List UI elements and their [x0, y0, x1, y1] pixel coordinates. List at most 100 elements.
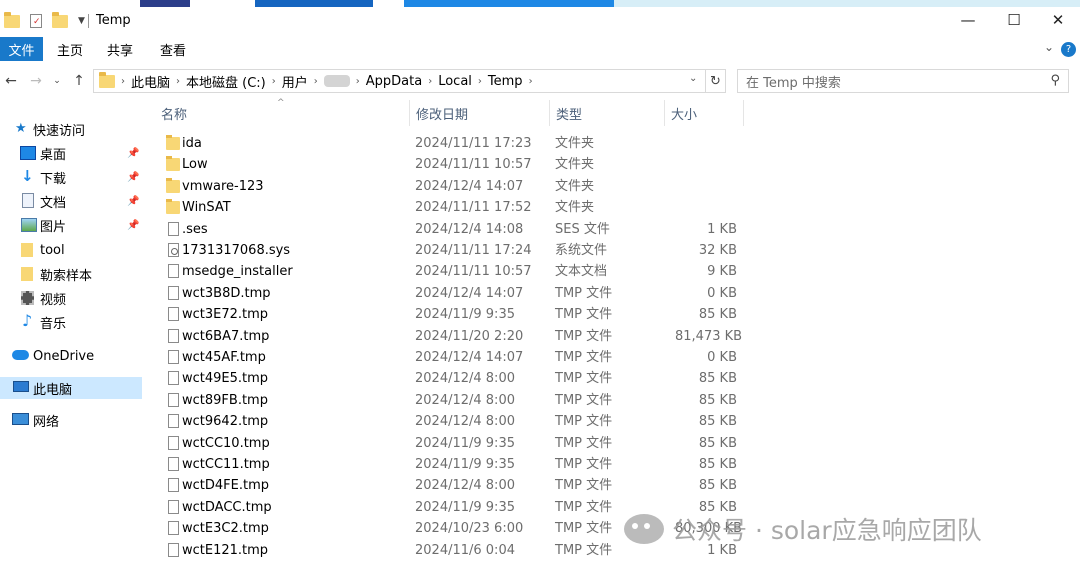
search-input[interactable]: 在 Temp 中搜索 ⚲	[737, 69, 1069, 93]
close-button[interactable]: ✕	[1038, 8, 1078, 32]
file-size: 85 KB	[698, 414, 737, 430]
file-size: 85 KB	[698, 392, 737, 408]
file-icon	[168, 521, 179, 536]
chevron-right-icon: ›	[313, 75, 318, 87]
sidebar-item-label: 网络	[33, 414, 60, 430]
file-row[interactable]: Low 2024/11/11 10:57 文件夹	[145, 154, 745, 175]
column-header-date[interactable]: 修改日期	[410, 100, 550, 126]
forward-button[interactable]: →	[27, 71, 45, 91]
file-date: 2024/12/4 8:00	[415, 371, 515, 387]
column-header-size[interactable]: 大小	[665, 100, 744, 126]
sidebar-item-quick-access[interactable]: ★ 快速访问	[0, 118, 143, 140]
file-type: TMP 文件	[555, 499, 613, 515]
network-icon	[12, 413, 29, 425]
file-type: TMP 文件	[555, 307, 613, 323]
chevron-down-icon[interactable]: ⌄	[1044, 40, 1054, 54]
minimize-button[interactable]: —	[948, 8, 988, 32]
help-icon[interactable]: ?	[1061, 42, 1076, 57]
file-icon	[168, 457, 179, 471]
file-row[interactable]: wct3E72.tmp 2024/11/9 9:35 TMP 文件 85 KB	[145, 304, 745, 325]
pin-icon: 📌	[127, 147, 140, 159]
tab-share[interactable]: 共享	[102, 37, 138, 61]
file-row[interactable]: WinSAT 2024/11/11 17:52 文件夹	[145, 197, 745, 218]
file-icon	[168, 499, 179, 514]
window-title: Temp	[96, 13, 131, 28]
breadcrumb-appdata[interactable]: AppData	[366, 74, 422, 89]
file-name: .ses	[182, 221, 208, 237]
sidebar-item-desktop[interactable]: 桌面 📌	[0, 142, 143, 164]
file-icon	[168, 221, 179, 236]
back-button[interactable]: ←	[2, 71, 20, 91]
customize-toolbar-icon[interactable]: ▼	[78, 16, 85, 26]
recent-locations-button[interactable]: ⌄	[48, 71, 66, 91]
folder-icon	[21, 267, 33, 281]
breadcrumb-local[interactable]: Local	[438, 74, 472, 89]
tab-view[interactable]: 查看	[155, 37, 191, 61]
properties-icon[interactable]: ✓	[30, 14, 42, 28]
tab-home[interactable]: 主页	[52, 37, 88, 61]
up-button[interactable]: ↑	[70, 71, 88, 91]
wechat-logo-icon	[624, 514, 664, 544]
file-date: 2024/11/11 10:57	[415, 157, 532, 173]
file-size: 9 KB	[707, 264, 737, 280]
background-window-strip	[0, 0, 1080, 7]
star-icon: ★	[15, 121, 27, 136]
file-row[interactable]: ida 2024/11/11 17:23 文件夹	[145, 133, 745, 154]
chevron-down-icon[interactable]: ⌄	[689, 73, 703, 84]
file-row[interactable]: wct3B8D.tmp 2024/12/4 14:07 TMP 文件 0 KB	[145, 283, 745, 304]
folder-icon	[166, 177, 180, 193]
column-header-type[interactable]: 类型	[550, 100, 665, 126]
sidebar-item-label: 音乐	[40, 316, 67, 332]
computer-icon	[13, 381, 29, 392]
sidebar-item-tool[interactable]: tool	[0, 239, 143, 261]
file-row[interactable]: wct49E5.tmp 2024/12/4 8:00 TMP 文件 85 KB	[145, 368, 745, 389]
file-size	[675, 154, 737, 175]
sidebar-item-onedrive[interactable]: OneDrive	[0, 345, 143, 367]
file-row[interactable]: wct6BA7.tmp 2024/11/20 2:20 TMP 文件 81,473 K…	[145, 326, 745, 347]
file-row[interactable]: wct9642.tmp 2024/12/4 8:00 TMP 文件 85 KB	[145, 411, 745, 432]
refresh-icon[interactable]: ↻	[705, 70, 725, 92]
watermark-text: 公众号 · solar应急响应团队	[672, 516, 982, 545]
file-row[interactable]: .ses 2024/12/4 14:08 SES 文件 1 KB	[145, 219, 745, 240]
file-type: 系统文件	[555, 243, 608, 258]
file-row[interactable]: msedge_installer 2024/11/11 10:57 文本文档 9 KB	[145, 261, 745, 282]
file-row[interactable]: wct89FB.tmp 2024/12/4 8:00 TMP 文件 85 KB	[145, 390, 745, 411]
new-folder-icon[interactable]	[52, 11, 68, 28]
sidebar-item-network[interactable]: 网络	[0, 409, 143, 431]
chevron-right-icon: ›	[271, 75, 276, 87]
sidebar-item-music[interactable]: ♪ 音乐	[0, 311, 143, 333]
file-row[interactable]: vmware-123 2024/12/4 14:07 文件夹	[145, 176, 745, 197]
file-date: 2024/12/4 14:07	[415, 285, 524, 301]
sidebar-item-pictures[interactable]: 图片 📌	[0, 214, 143, 236]
file-row[interactable]: wctCC10.tmp 2024/11/9 9:35 TMP 文件 85 KB	[145, 433, 745, 454]
breadcrumb-temp[interactable]: Temp	[488, 74, 523, 89]
sidebar-item-documents[interactable]: 文档 📌	[0, 190, 143, 212]
file-size: 85 KB	[698, 457, 737, 472]
file-type: TMP 文件	[555, 542, 613, 558]
maximize-button[interactable]: ☐	[994, 8, 1034, 32]
breadcrumb-this-pc[interactable]: 此电脑	[131, 72, 170, 91]
file-size: 1 KB	[707, 221, 737, 237]
file-size	[675, 176, 737, 197]
sidebar-item-label: 勒索样本	[40, 268, 93, 284]
file-size: 85 KB	[698, 307, 737, 323]
file-date: 2024/11/9 9:35	[415, 499, 515, 515]
file-size: 85 KB	[698, 478, 737, 494]
file-name: msedge_installer	[182, 264, 293, 280]
sidebar-item-downloads[interactable]: ↓ 下载 📌	[0, 166, 143, 188]
sidebar-item-this-pc[interactable]: 此电脑	[0, 377, 142, 399]
column-header-name[interactable]: 名称	[155, 100, 410, 126]
file-row[interactable]: 1731317068.sys 2024/11/11 17:24 系统文件 32 KB	[145, 240, 745, 261]
file-row[interactable]: wctD4FE.tmp 2024/12/4 8:00 TMP 文件 85 KB	[145, 475, 745, 496]
breadcrumb-users[interactable]: 用户	[282, 72, 308, 91]
file-row[interactable]: wctCC11.tmp 2024/11/9 9:35 TMP 文件 85 KB	[145, 454, 745, 475]
file-row[interactable]: wct45AF.tmp 2024/12/4 14:07 TMP 文件 0 KB	[145, 347, 745, 368]
sidebar-item-label: tool	[40, 242, 65, 258]
breadcrumb-local-disk[interactable]: 本地磁盘 (C:)	[186, 72, 266, 91]
sidebar-item-ransom-samples[interactable]: 勒索样本	[0, 263, 143, 285]
chevron-right-icon: ›	[528, 75, 533, 87]
address-bar[interactable]: › 此电脑 › 本地磁盘 (C:) › 用户 › › AppData › Loc…	[93, 69, 726, 93]
sidebar-item-videos[interactable]: 视频	[0, 287, 143, 309]
tab-file[interactable]: 文件	[0, 37, 43, 61]
file-name: wct6BA7.tmp	[182, 328, 270, 344]
